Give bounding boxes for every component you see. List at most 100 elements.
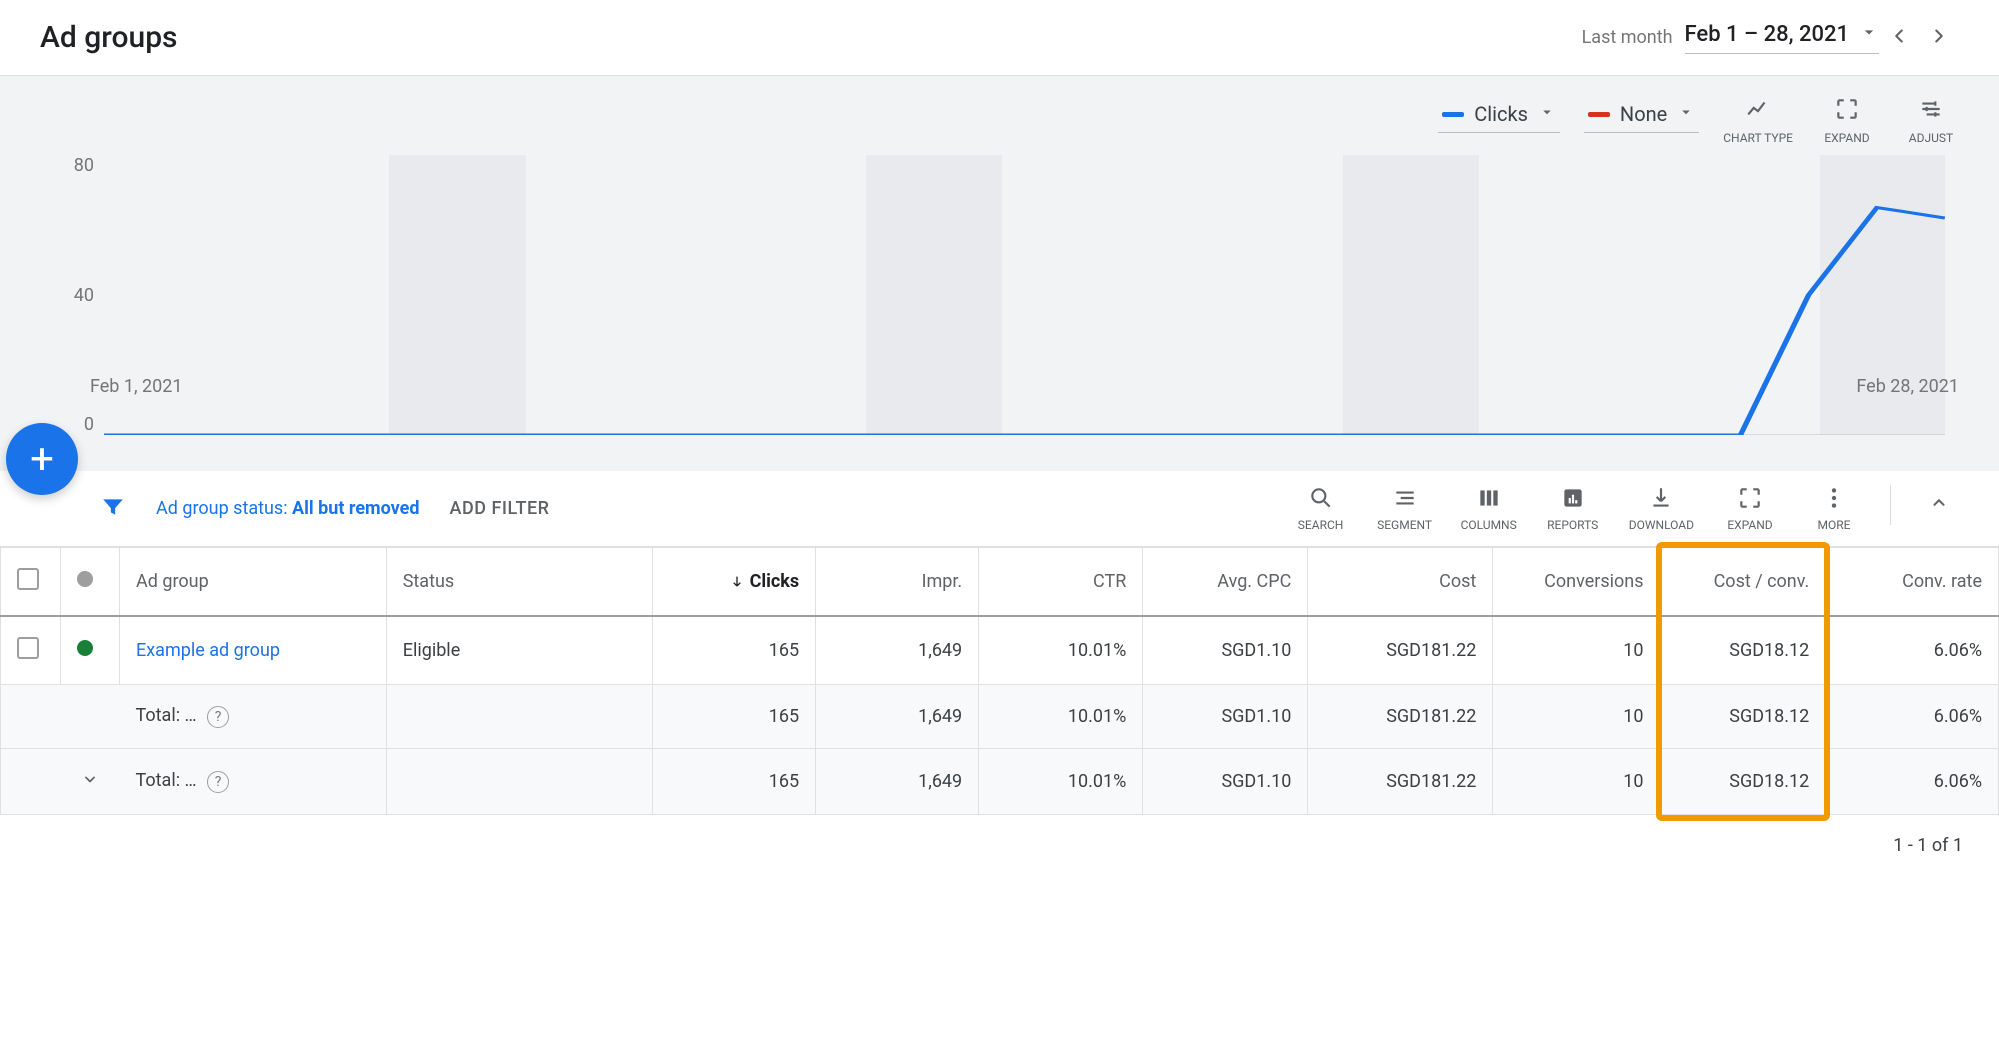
row-ctr-cell: 10.01% xyxy=(979,616,1143,685)
expand-total-cell[interactable] xyxy=(60,749,119,815)
adjust-icon xyxy=(1918,96,1944,125)
page-header: Ad groups Last month Feb 1 – 28, 2021 xyxy=(0,0,1999,76)
total-label-cell: Total: … ? xyxy=(120,685,387,749)
row-checkbox[interactable] xyxy=(17,637,39,659)
search-icon xyxy=(1308,485,1334,514)
row-cost-per-conv-cell: SGD18.12 xyxy=(1660,616,1826,685)
columns-label: COLUMNS xyxy=(1461,518,1517,532)
more-button[interactable]: MORE xyxy=(1806,485,1862,532)
total-ctr: 10.01% xyxy=(979,685,1143,749)
row-conversions-cell: 10 xyxy=(1493,616,1660,685)
date-prev-button[interactable] xyxy=(1879,25,1919,51)
grand-total-label-cell: Total: … ? xyxy=(120,749,387,815)
download-label: DOWNLOAD xyxy=(1629,518,1694,532)
date-range-label: Last month xyxy=(1582,27,1673,48)
col-clicks[interactable]: Clicks xyxy=(652,548,815,617)
col-ad-group[interactable]: Ad group xyxy=(120,548,387,617)
total-conv-rate: 6.06% xyxy=(1826,685,1999,749)
filter-status-chip[interactable]: Ad group status: All but removed xyxy=(156,498,420,519)
chevron-down-icon xyxy=(1677,103,1695,125)
row-cost-cell: SGD181.22 xyxy=(1308,616,1493,685)
y-tick: 0 xyxy=(64,414,94,435)
gtotal-ctr: 10.01% xyxy=(979,749,1143,815)
ad-group-link[interactable]: Example ad group xyxy=(136,640,280,661)
chart-adjust-button[interactable]: ADJUST xyxy=(1901,96,1961,145)
secondary-metric-selector[interactable]: None xyxy=(1584,96,1699,133)
grand-total-label: Total: … xyxy=(136,770,197,791)
date-next-button[interactable] xyxy=(1919,25,1959,51)
date-range-selector[interactable]: Feb 1 – 28, 2021 xyxy=(1685,22,1879,54)
chart-expand-button[interactable]: EXPAND xyxy=(1817,96,1877,145)
col-status[interactable]: Status xyxy=(386,548,652,617)
table-expand-label: EXPAND xyxy=(1727,518,1772,532)
x-tick-end: Feb 28, 2021 xyxy=(1856,376,1959,397)
row-status-dot-cell xyxy=(60,616,119,685)
row-clicks-cell: 165 xyxy=(652,616,815,685)
add-button[interactable]: + xyxy=(6,423,78,495)
toolbar-separator xyxy=(1890,485,1891,525)
status-dot-header xyxy=(60,548,119,617)
reports-button[interactable]: REPORTS xyxy=(1545,485,1601,532)
chart-x-axis: Feb 1, 2021 Feb 28, 2021 xyxy=(90,376,1959,397)
row-ad-group-cell: Example ad group xyxy=(120,616,387,685)
filter-icon[interactable] xyxy=(100,494,126,524)
columns-icon xyxy=(1476,485,1502,514)
plus-icon: + xyxy=(30,435,54,484)
reports-icon xyxy=(1560,485,1586,514)
expand-icon xyxy=(1834,96,1860,125)
chart-type-label: CHART TYPE xyxy=(1723,131,1793,145)
gtotal-cost-per-conv: SGD18.12 xyxy=(1660,749,1826,815)
download-button[interactable]: DOWNLOAD xyxy=(1629,485,1694,532)
total-cost-per-conv: SGD18.12 xyxy=(1660,685,1826,749)
search-button[interactable]: SEARCH xyxy=(1293,485,1349,532)
col-ctr[interactable]: CTR xyxy=(979,548,1143,617)
gtotal-clicks: 165 xyxy=(652,749,815,815)
select-all-checkbox[interactable] xyxy=(17,568,39,590)
primary-metric-label: Clicks xyxy=(1474,102,1528,126)
row-conv-rate-cell: 6.06% xyxy=(1826,616,1999,685)
col-cost-per-conv[interactable]: Cost / conv. xyxy=(1660,548,1826,617)
chart-expand-label: EXPAND xyxy=(1824,131,1869,145)
col-cost[interactable]: Cost xyxy=(1308,548,1493,617)
x-tick-start: Feb 1, 2021 xyxy=(90,376,182,397)
col-avg-cpc[interactable]: Avg. CPC xyxy=(1143,548,1308,617)
collapse-panel-button[interactable] xyxy=(1919,485,1959,525)
total-row: Total: … ? 165 1,649 10.01% SGD1.10 SGD1… xyxy=(1,685,1999,749)
total-conversions: 10 xyxy=(1493,685,1660,749)
date-range-value: Feb 1 – 28, 2021 xyxy=(1685,22,1849,47)
primary-metric-selector[interactable]: Clicks xyxy=(1438,96,1560,133)
chart-adjust-label: ADJUST xyxy=(1909,131,1953,145)
chevron-down-icon xyxy=(1538,103,1556,125)
select-all-header xyxy=(1,548,61,617)
help-icon[interactable]: ? xyxy=(207,771,229,793)
total-clicks: 165 xyxy=(652,685,815,749)
col-impr[interactable]: Impr. xyxy=(816,548,979,617)
chart-panel: Clicks None CHART TYPE EXPAND ADJUST 80 … xyxy=(0,76,1999,471)
search-label: SEARCH xyxy=(1298,518,1344,532)
chevron-down-icon xyxy=(80,773,100,794)
filter-bar: Ad group status: All but removed ADD FIL… xyxy=(0,471,1999,547)
table-toolbar: SEARCH SEGMENT COLUMNS REPORTS DOWNLOAD … xyxy=(1293,485,1959,532)
chart-toolbar: Clicks None CHART TYPE EXPAND ADJUST xyxy=(14,90,1985,155)
segment-icon xyxy=(1392,485,1418,514)
chart-line-icon xyxy=(1745,96,1771,125)
col-conv-rate[interactable]: Conv. rate xyxy=(1826,548,1999,617)
secondary-metric-swatch xyxy=(1588,112,1610,117)
status-dot-icon xyxy=(77,640,93,656)
row-select-cell xyxy=(1,616,61,685)
help-icon[interactable]: ? xyxy=(207,706,229,728)
chart-type-button[interactable]: CHART TYPE xyxy=(1723,96,1793,145)
status-dot-icon xyxy=(77,571,93,587)
gtotal-cost: SGD181.22 xyxy=(1308,749,1493,815)
filter-status-value: All but removed xyxy=(292,498,420,519)
table-expand-button[interactable]: EXPAND xyxy=(1722,485,1778,532)
columns-button[interactable]: COLUMNS xyxy=(1461,485,1517,532)
y-tick: 40 xyxy=(64,285,94,306)
expand-icon xyxy=(1737,485,1763,514)
total-avg-cpc: SGD1.10 xyxy=(1143,685,1308,749)
add-filter-button[interactable]: ADD FILTER xyxy=(450,498,550,519)
primary-metric-swatch xyxy=(1442,112,1464,117)
col-conversions[interactable]: Conversions xyxy=(1493,548,1660,617)
segment-button[interactable]: SEGMENT xyxy=(1377,485,1433,532)
chevron-down-icon xyxy=(1859,22,1879,46)
